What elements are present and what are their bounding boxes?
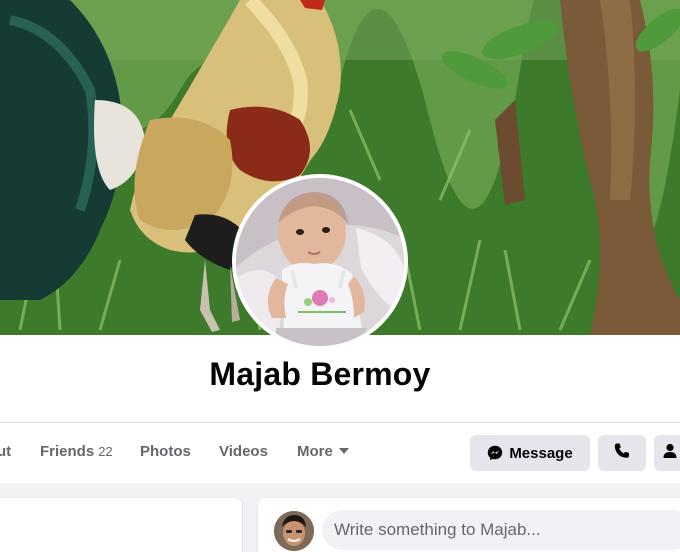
caret-down-icon: [338, 448, 349, 455]
messenger-icon: [487, 445, 503, 461]
header-divider: [0, 422, 680, 423]
person-icon: [663, 443, 677, 463]
call-button[interactable]: [598, 435, 646, 471]
profile-picture-image: [236, 178, 404, 346]
intro-card: [0, 498, 242, 552]
tab-photos-label: Photos: [140, 443, 191, 460]
tab-about[interactable]: ut: [0, 438, 11, 466]
tab-videos-label: Videos: [219, 443, 268, 460]
tab-videos[interactable]: Videos: [219, 438, 268, 466]
profile-page: Majab Bermoy ut Friends 22 Photos Videos …: [0, 0, 680, 552]
friends-count: 22: [98, 444, 113, 459]
tab-friends-label: Friends: [40, 443, 95, 460]
viewer-avatar[interactable]: [274, 511, 314, 551]
tab-more[interactable]: More: [297, 438, 349, 466]
tab-photos[interactable]: Photos: [140, 438, 191, 466]
tab-about-label: ut: [0, 443, 12, 460]
composer-input[interactable]: Write something to Majab...: [322, 510, 680, 550]
phone-icon: [613, 442, 631, 464]
friend-button[interactable]: [654, 435, 680, 471]
profile-picture[interactable]: [232, 174, 408, 350]
message-button-label: Message: [509, 444, 573, 462]
tab-more-label: More: [297, 443, 333, 460]
tab-friends[interactable]: Friends 22: [40, 438, 113, 466]
message-button[interactable]: Message: [470, 435, 590, 471]
profile-name: Majab Bermoy: [209, 356, 431, 392]
